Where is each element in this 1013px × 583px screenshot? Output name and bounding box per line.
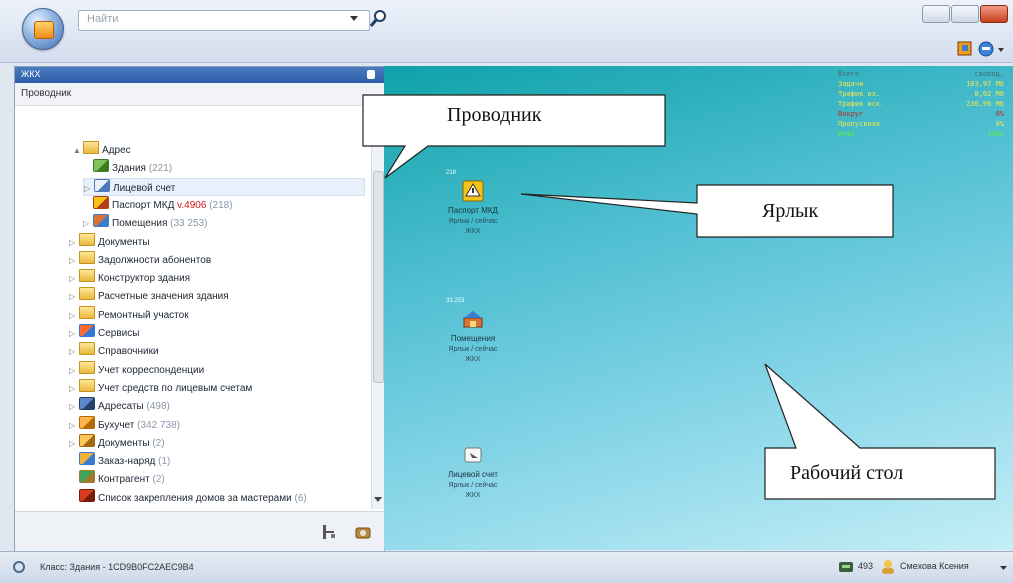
status-class-text: Класс: Здания - 1CD9B0FC2AEC9B4 — [40, 562, 194, 572]
user-icon[interactable] — [880, 559, 896, 575]
class-icon — [13, 561, 25, 573]
tasks-icon[interactable] — [838, 560, 854, 574]
callout-shortcut — [520, 184, 894, 238]
callout-desktop-text: Рабочий стол — [790, 462, 904, 484]
chevron-down-icon[interactable] — [1000, 566, 1008, 572]
callout-explorer-text: Проводник — [447, 104, 542, 126]
status-bar: Класс: Здания - 1CD9B0FC2AEC9B4 493 Смех… — [0, 551, 1013, 583]
callout-shortcut-text: Ярлык — [762, 200, 819, 222]
status-user[interactable]: Смехова Ксения — [900, 561, 969, 571]
status-count: 493 — [858, 561, 874, 571]
callout-layer — [362, 94, 996, 500]
